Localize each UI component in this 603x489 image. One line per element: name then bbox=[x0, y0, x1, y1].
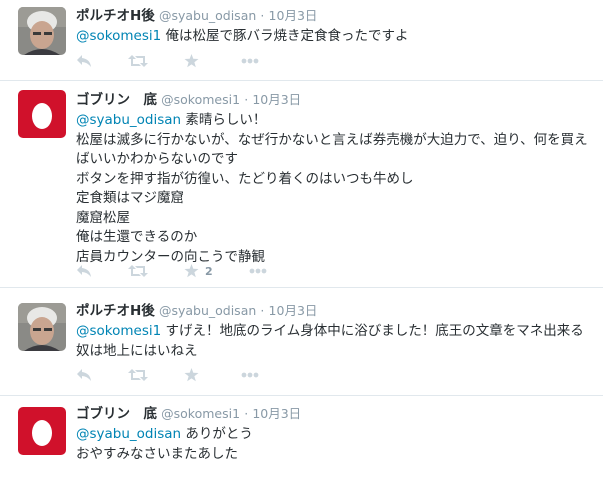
reply-button[interactable] bbox=[76, 365, 92, 385]
reply-icon bbox=[77, 369, 91, 381]
retweet-button[interactable] bbox=[128, 261, 148, 281]
mention-link[interactable]: @sokomesi1 bbox=[76, 323, 161, 339]
favorite-button[interactable] bbox=[184, 51, 205, 71]
fullname[interactable]: ポルチオH後 bbox=[76, 8, 155, 24]
username[interactable]: @sokomesi1 bbox=[161, 92, 240, 107]
retweet-button[interactable] bbox=[128, 365, 148, 385]
avatar[interactable] bbox=[18, 7, 66, 55]
tweet-content: ゴブリン 底 @sokomesi1 · 10月3日 @syabu_odisan … bbox=[76, 91, 593, 267]
more-dots-icon bbox=[241, 372, 259, 378]
favorite-button[interactable]: 2 bbox=[184, 261, 213, 281]
tweet-header: ゴブリン 底 @sokomesi1 · 10月3日 bbox=[76, 91, 593, 109]
reply-icon bbox=[77, 265, 91, 277]
fullname[interactable]: ポルチオH後 bbox=[76, 303, 155, 319]
egg-avatar-icon bbox=[18, 407, 66, 455]
tweet-header: ゴブリン 底 @sokomesi1 · 10月3日 bbox=[76, 405, 593, 423]
tweet-actions bbox=[76, 51, 295, 71]
more-dots-icon bbox=[241, 58, 259, 64]
avatar[interactable] bbox=[18, 90, 66, 138]
retweet-icon bbox=[128, 55, 148, 67]
tweet-actions bbox=[76, 365, 295, 385]
tweet[interactable]: ゴブリン 底 @sokomesi1 · 10月3日 @syabu_odisan … bbox=[0, 81, 603, 288]
tweet-body: 俺は松屋で豚バラ焼き定食食ったですよ bbox=[161, 28, 409, 44]
separator: · bbox=[244, 92, 249, 107]
timeline: ポルチオH後 @syabu_odisan · 10月3日 @sokomesi1 … bbox=[0, 0, 603, 489]
mention-link[interactable]: @syabu_odisan bbox=[76, 112, 181, 128]
fullname[interactable]: ゴブリン 底 bbox=[76, 406, 157, 422]
separator: · bbox=[260, 303, 265, 318]
timestamp[interactable]: 10月3日 bbox=[252, 406, 301, 421]
tweet-text: @syabu_odisan 素晴らしい！ 松屋は滅多に行かないが、なぜ行かないと… bbox=[76, 111, 593, 267]
tweet[interactable]: ポルチオH後 @syabu_odisan · 10月3日 @sokomesi1 … bbox=[0, 0, 603, 81]
photo-avatar-icon bbox=[18, 7, 66, 55]
favorite-button[interactable] bbox=[184, 365, 205, 385]
username[interactable]: @sokomesi1 bbox=[161, 406, 240, 421]
fullname[interactable]: ゴブリン 底 bbox=[76, 92, 157, 108]
tweet-text: @syabu_odisan ありがとう おやすみなさいまたあした bbox=[76, 425, 593, 464]
tweet[interactable]: ゴブリン 底 @sokomesi1 · 10月3日 @syabu_odisan … bbox=[0, 396, 603, 489]
avatar[interactable] bbox=[18, 303, 66, 351]
username[interactable]: @syabu_odisan bbox=[159, 303, 256, 318]
tweet-body: 素晴らしい！ 松屋は滅多に行かないが、なぜ行かないと言えば券売機が大迫力で、迫り… bbox=[76, 112, 588, 265]
tweet-actions: 2 bbox=[76, 261, 303, 281]
reply-button[interactable] bbox=[76, 51, 92, 71]
reply-button[interactable] bbox=[76, 261, 92, 281]
tweet-text: @sokomesi1 すげえ！地底のライム身体中に浴びました！底王の文章をマネ出… bbox=[76, 322, 593, 361]
mention-link[interactable]: @syabu_odisan bbox=[76, 426, 181, 442]
reply-icon bbox=[77, 55, 91, 67]
tweet-header: ポルチオH後 @syabu_odisan · 10月3日 bbox=[76, 7, 593, 25]
more-button[interactable] bbox=[241, 365, 259, 385]
photo-avatar-icon bbox=[18, 303, 66, 351]
more-dots-icon bbox=[249, 268, 267, 274]
tweet-content: ゴブリン 底 @sokomesi1 · 10月3日 @syabu_odisan … bbox=[76, 405, 593, 464]
separator: · bbox=[260, 8, 265, 23]
tweet-content: ポルチオH後 @syabu_odisan · 10月3日 @sokomesi1 … bbox=[76, 7, 593, 47]
star-icon bbox=[184, 54, 199, 68]
egg-avatar-icon bbox=[18, 90, 66, 138]
username[interactable]: @syabu_odisan bbox=[159, 8, 256, 23]
timestamp[interactable]: 10月3日 bbox=[269, 8, 318, 23]
timestamp[interactable]: 10月3日 bbox=[269, 303, 318, 318]
tweet-header: ポルチオH後 @syabu_odisan · 10月3日 bbox=[76, 302, 593, 320]
retweet-icon bbox=[128, 369, 148, 381]
tweet-content: ポルチオH後 @syabu_odisan · 10月3日 @sokomesi1 … bbox=[76, 302, 593, 361]
mention-link[interactable]: @sokomesi1 bbox=[76, 28, 161, 44]
tweet-text: @sokomesi1 俺は松屋で豚バラ焼き定食食ったですよ bbox=[76, 27, 593, 47]
more-button[interactable] bbox=[241, 51, 259, 71]
favorite-count: 2 bbox=[205, 264, 213, 278]
more-button[interactable] bbox=[249, 261, 267, 281]
tweet[interactable]: ポルチオH後 @syabu_odisan · 10月3日 @sokomesi1 … bbox=[0, 288, 603, 396]
timestamp[interactable]: 10月3日 bbox=[252, 92, 301, 107]
star-icon bbox=[184, 368, 199, 382]
retweet-icon bbox=[128, 265, 148, 277]
retweet-button[interactable] bbox=[128, 51, 148, 71]
separator: · bbox=[244, 406, 249, 421]
star-icon bbox=[184, 264, 199, 278]
avatar[interactable] bbox=[18, 407, 66, 455]
